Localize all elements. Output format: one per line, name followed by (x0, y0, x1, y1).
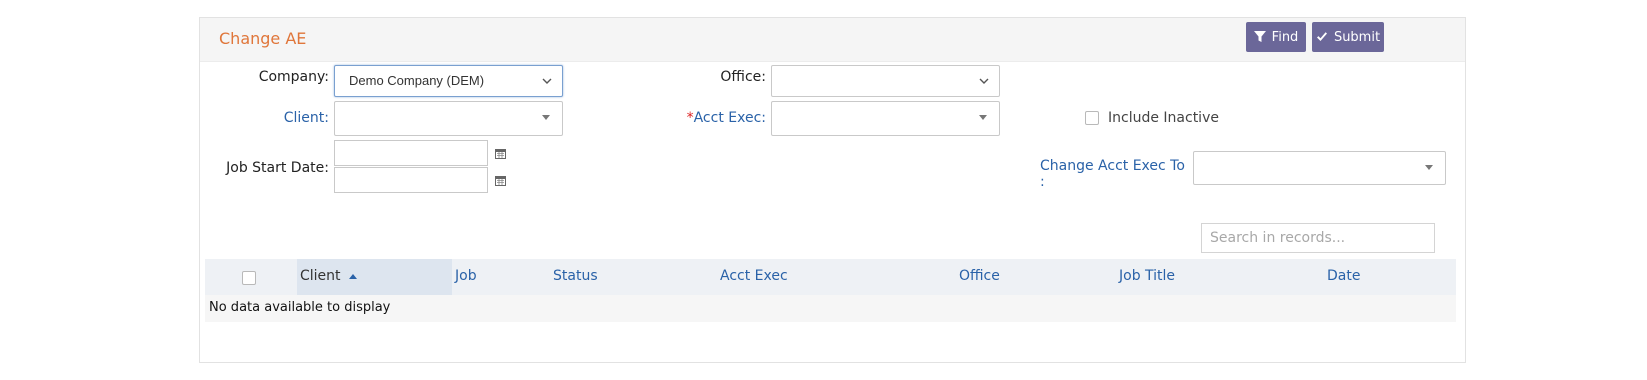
table-header: Client Job Status Acct Exec Office Job T… (205, 259, 1456, 295)
submit-button-label: Submit (1333, 29, 1381, 45)
panel-title: Change AE (219, 29, 307, 48)
column-header-job-title[interactable]: Job Title (1119, 268, 1175, 284)
company-select-value: Demo Company (DEM) (349, 73, 485, 88)
column-header-client-label: Client (300, 268, 341, 284)
column-header-status[interactable]: Status (553, 268, 598, 284)
select-all-checkbox[interactable] (242, 271, 256, 285)
client-label: Client: (283, 110, 329, 126)
panel-header: Change AE Find Submit (200, 18, 1465, 62)
column-header-date[interactable]: Date (1327, 268, 1360, 284)
column-header-acct-exec[interactable]: Acct Exec (720, 268, 788, 284)
column-header-job[interactable]: Job (455, 268, 477, 284)
search-input[interactable]: Search in records... (1201, 223, 1435, 253)
chevron-down-icon (979, 78, 989, 84)
find-button-label: Find (1271, 29, 1299, 45)
change-acct-exec-label: Change Acct Exec To : (1040, 158, 1185, 190)
office-select[interactable] (771, 65, 1000, 97)
acct-exec-select[interactable] (771, 101, 1000, 136)
company-label: Company: (258, 69, 329, 85)
caret-down-icon (542, 115, 550, 120)
column-header-office[interactable]: Office (959, 268, 1000, 284)
include-inactive-label: Include Inactive (1108, 110, 1219, 126)
submit-button[interactable]: Submit (1312, 22, 1384, 52)
acct-exec-label: *Acct Exec: (650, 110, 766, 126)
job-start-date-to-input[interactable] (334, 167, 506, 193)
chevron-down-icon (542, 78, 552, 84)
client-select[interactable] (334, 101, 563, 136)
calendar-icon (495, 148, 506, 159)
job-start-date-from-input[interactable] (334, 140, 506, 166)
empty-table-message: No data available to display (209, 300, 391, 315)
calendar-button[interactable] (487, 168, 513, 192)
sort-ascending-icon (348, 273, 357, 279)
filter-icon (1253, 31, 1266, 42)
include-inactive-checkbox[interactable] (1085, 111, 1099, 125)
company-select[interactable]: Demo Company (DEM) (334, 65, 563, 97)
change-acct-exec-select[interactable] (1193, 151, 1446, 185)
job-start-date-label: Job Start Date: (226, 160, 329, 176)
caret-down-icon (979, 115, 987, 120)
find-button[interactable]: Find (1246, 22, 1306, 52)
caret-down-icon (1425, 165, 1433, 170)
calendar-icon (495, 175, 506, 186)
column-header-client[interactable]: Client (300, 268, 357, 284)
table-empty-row: No data available to display (205, 295, 1456, 322)
office-label: Office: (720, 69, 766, 85)
search-placeholder: Search in records... (1210, 230, 1346, 246)
check-icon (1316, 32, 1327, 41)
acct-exec-label-text: Acct Exec: (693, 110, 766, 126)
calendar-button[interactable] (487, 141, 513, 165)
required-mark: * (686, 110, 694, 126)
